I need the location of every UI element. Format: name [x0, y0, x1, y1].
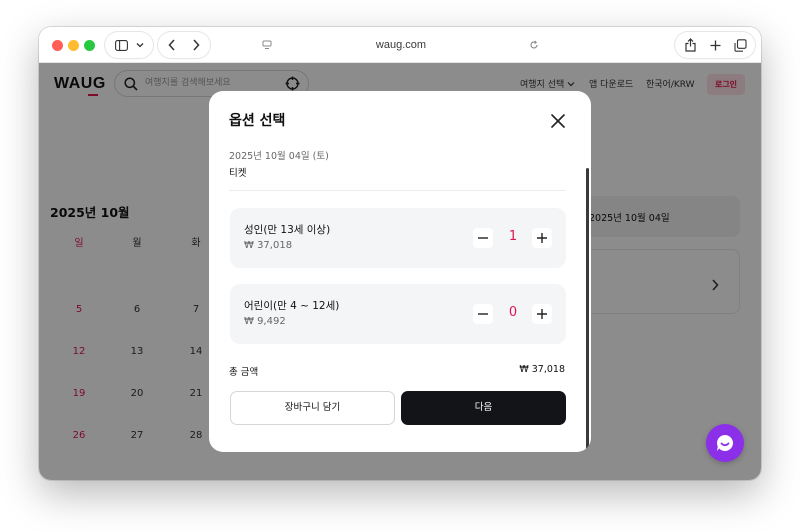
- option-price: ₩ 37,018: [244, 240, 293, 251]
- back-icon[interactable]: [164, 32, 180, 58]
- option-price: ₩ 9,492: [244, 316, 286, 327]
- share-icon[interactable]: [680, 32, 700, 58]
- reload-icon[interactable]: [527, 32, 541, 58]
- new-tab-icon[interactable]: [705, 32, 725, 58]
- option-name: 어린이(만 4 ~ 12세): [244, 300, 340, 312]
- plus-icon: [537, 233, 547, 243]
- browser-toolbar: waug.com: [39, 27, 761, 63]
- modal-divider: [229, 190, 566, 191]
- address-bar[interactable]: waug.com: [255, 32, 547, 58]
- modal-product-name: 티켓: [229, 168, 247, 179]
- sidebar-toggle-group: [105, 32, 153, 58]
- plus-icon: [537, 309, 547, 319]
- modal-scrollbar[interactable]: [586, 168, 589, 452]
- modal-title: 옵션 선택: [229, 113, 286, 129]
- window-minimize-button[interactable]: [68, 40, 79, 51]
- sidebar-icon[interactable]: [113, 32, 129, 58]
- total-value: ₩ 37,018: [519, 364, 565, 375]
- address-url: waug.com: [375, 39, 427, 51]
- option-row-child: 어린이(만 4 ~ 12세) ₩ 9,492 0: [230, 284, 566, 344]
- increase-quantity-button[interactable]: [532, 304, 552, 324]
- increase-quantity-button[interactable]: [532, 228, 552, 248]
- minus-icon: [478, 313, 488, 315]
- close-icon[interactable]: [548, 111, 568, 131]
- modal-date: 2025년 10월 04일 (토): [229, 151, 329, 162]
- next-button[interactable]: 다음: [401, 391, 566, 425]
- forward-icon[interactable]: [188, 32, 204, 58]
- total-label: 총 금액: [229, 367, 259, 378]
- web-page: WAUG 여행지를 검색해보세요 여행지 선택 앱 다운로드 한국어/KRW 로…: [39, 63, 761, 480]
- quantity-value: 1: [508, 229, 518, 244]
- tab-overview-icon[interactable]: [730, 32, 750, 58]
- history-nav-group: [158, 32, 210, 58]
- quantity-value: 0: [508, 305, 518, 320]
- window-close-button[interactable]: [52, 40, 63, 51]
- chat-icon: [715, 433, 735, 457]
- decrease-quantity-button[interactable]: [473, 304, 493, 324]
- option-name: 성인(만 13세 이상): [244, 224, 331, 236]
- decrease-quantity-button[interactable]: [473, 228, 493, 248]
- chevron-down-icon[interactable]: [134, 32, 146, 58]
- browser-actions-group: [675, 32, 755, 58]
- browser-window: waug.com WAUG 여행지를 검색해보세요 여행지 선택 앱 다운로드 …: [39, 27, 761, 480]
- chat-button[interactable]: [706, 424, 744, 462]
- option-select-modal: 옵션 선택 2025년 10월 04일 (토) 티켓 성인(만 13세 이상) …: [209, 91, 591, 452]
- minus-icon: [478, 237, 488, 239]
- window-zoom-button[interactable]: [84, 40, 95, 51]
- option-row-adult: 성인(만 13세 이상) ₩ 37,018 1: [230, 208, 566, 268]
- add-to-cart-button[interactable]: 장바구니 담기: [230, 391, 395, 425]
